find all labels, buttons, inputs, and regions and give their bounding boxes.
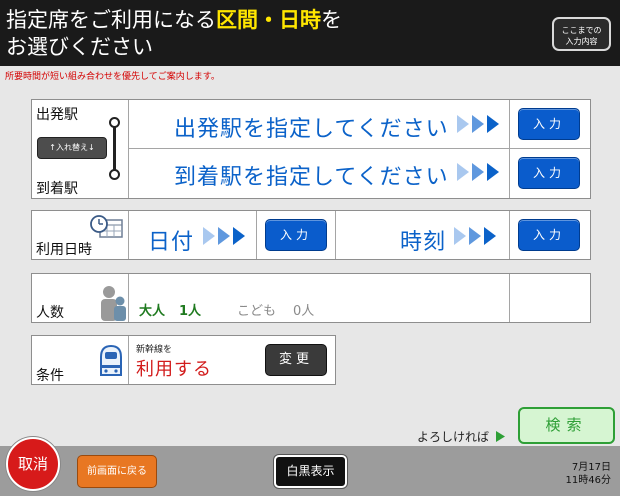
station-panel: 出発駅 到着駅 ↑入れ替え↓ 出発駅を指定してください 入力 到着駅を指定してく…: [31, 99, 591, 199]
clock-time: 11時46分: [565, 475, 611, 486]
cancel-button[interactable]: 取消: [6, 437, 60, 491]
date-label: 日付: [148, 230, 195, 255]
page-title-line1: 指定席をご利用になる区間・日時を: [6, 7, 342, 33]
datetime-label: 利用日時: [36, 242, 92, 258]
play-arrow-icon: [495, 431, 505, 442]
child-count: 0人: [293, 304, 315, 319]
date-input-button[interactable]: 入力: [265, 219, 327, 251]
back-button[interactable]: 前画面に戻る: [77, 455, 157, 488]
adult-label: 大人: [139, 304, 166, 319]
triple-arrow-icon: [457, 115, 499, 133]
arrival-station-label: 到着駅: [36, 181, 78, 197]
arrival-input-button[interactable]: 入力: [518, 157, 580, 189]
time-input-button[interactable]: 入力: [518, 219, 580, 251]
time-selector[interactable]: 時刻: [336, 211, 509, 259]
clock-date: 7月17日: [571, 462, 611, 473]
title-part2: を: [321, 8, 342, 32]
arrival-dot-icon: [109, 169, 120, 180]
divider: [509, 100, 510, 198]
title-highlight: 区間・日時: [216, 8, 321, 32]
adult-count: 1人: [179, 304, 202, 319]
people-panel: 人数 大人 1人 こども 0人: [31, 273, 591, 323]
departure-station-selector[interactable]: 出発駅を指定してください: [129, 100, 509, 148]
divider: [256, 211, 257, 259]
people-icon: [101, 286, 126, 321]
header-bar: 指定席をご利用になる区間・日時を お選びください ここまでの 入力内容: [0, 0, 620, 66]
triple-arrow-icon: [457, 163, 499, 181]
child-label: こども: [237, 304, 277, 319]
swap-stations-button[interactable]: ↑入れ替え↓: [37, 137, 107, 159]
date-selector[interactable]: 日付: [129, 211, 256, 259]
people-label: 人数: [36, 305, 64, 321]
search-button[interactable]: 検索: [518, 407, 615, 444]
triple-arrow-icon: [454, 227, 496, 245]
input-summary-button[interactable]: ここまでの 入力内容: [552, 17, 611, 51]
summary-label-line2: 入力内容: [565, 37, 598, 46]
divider: [509, 211, 510, 259]
departure-prompt: 出発駅を指定してください: [174, 117, 449, 142]
calendar-clock-icon: [90, 215, 123, 238]
datetime-panel: 利用日時 日付 入力 時刻 入力: [31, 210, 591, 260]
departure-input-button[interactable]: 入力: [518, 108, 580, 140]
shinkansen-icon: [100, 344, 122, 376]
time-label: 時刻: [400, 230, 447, 255]
divider: [509, 274, 510, 322]
clock: 7月17日 11時46分: [566, 461, 611, 487]
condition-label: 条件: [36, 368, 64, 384]
condition-panel: 条件 新幹線を 利用する 変更: [31, 335, 336, 385]
priority-notice: 所要時間が短い組み合わせを優先してご案内します。: [5, 72, 220, 82]
people-selector[interactable]: 大人 1人 こども 0人: [129, 274, 509, 322]
title-part1: 指定席をご利用になる: [6, 8, 216, 32]
arrival-station-selector[interactable]: 到着駅を指定してください: [129, 149, 509, 198]
summary-label-line1: ここまでの: [561, 26, 602, 35]
departure-station-label: 出発駅: [36, 107, 78, 123]
departure-dot-icon: [109, 117, 120, 128]
arrival-prompt: 到着駅を指定してください: [174, 165, 449, 190]
shinkansen-caption: 新幹線を: [136, 345, 173, 355]
confirm-text: よろしければ: [417, 430, 490, 444]
shinkansen-value: 利用する: [136, 359, 212, 380]
divider: [128, 336, 129, 384]
page-title-line2: お選びください: [6, 35, 153, 59]
route-line: [113, 120, 116, 176]
confirm-prompt: よろしければ: [417, 428, 505, 445]
triple-arrow-icon: [203, 227, 245, 245]
monochrome-display-button[interactable]: 白黒表示: [274, 455, 347, 488]
change-condition-button[interactable]: 変更: [265, 344, 327, 376]
